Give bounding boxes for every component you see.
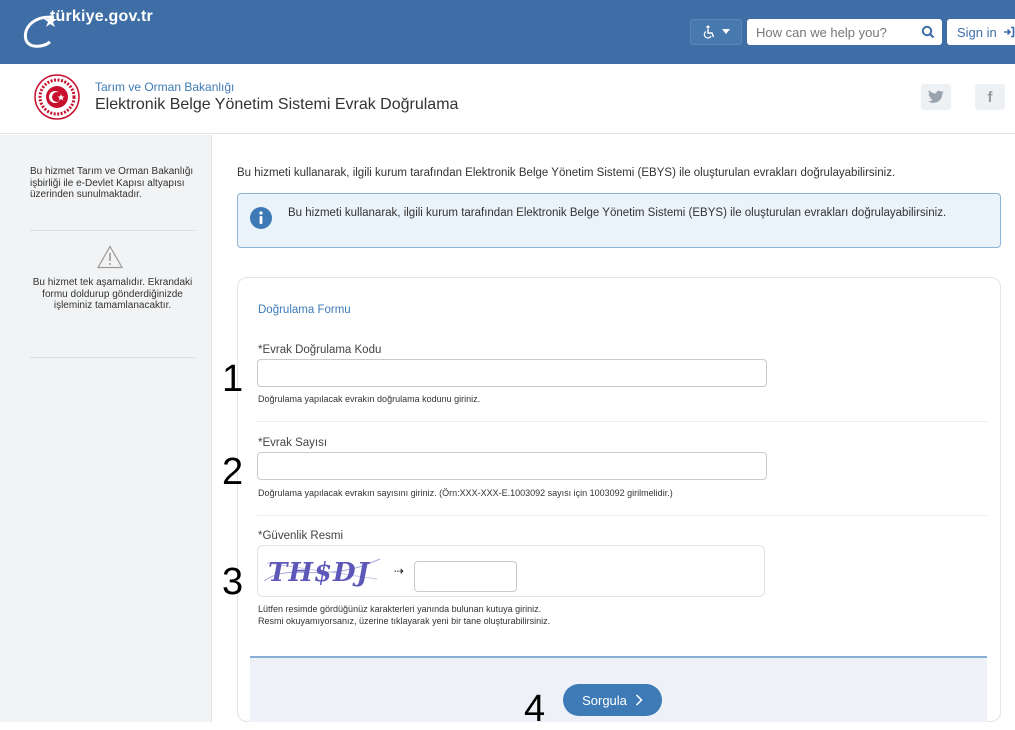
submit-label: Sorgula (582, 692, 627, 708)
document-number-hint: Doğrulama yapılacak evrakın sayısını gir… (258, 488, 673, 498)
twitter-button[interactable] (921, 84, 951, 110)
sidebar-divider (30, 230, 195, 231)
search-input[interactable] (756, 20, 916, 44)
warning-icon (97, 245, 123, 269)
info-icon (250, 207, 272, 229)
facebook-icon: f (987, 88, 993, 106)
annotation-number-3: 3 (222, 561, 244, 603)
captcha-input[interactable] (414, 561, 517, 592)
wheelchair-icon (703, 25, 715, 39)
twitter-icon (928, 90, 944, 103)
form-title: Doğrulama Formu (258, 304, 351, 316)
annotation-number-2: 2 (222, 451, 244, 493)
form-divider (257, 421, 987, 422)
intro-text: Bu hizmeti kullanarak, ilgili kurum tara… (237, 167, 896, 179)
sign-in-button[interactable]: Sign in (947, 19, 1015, 45)
facebook-button[interactable]: f (975, 84, 1005, 110)
accessibility-button[interactable] (690, 19, 742, 45)
annotation-number-4: 4 (524, 688, 546, 730)
info-text: Bu hizmeti kullanarak, ilgili kurum tara… (288, 207, 947, 219)
document-code-label: *Evrak Doğrulama Kodu (258, 344, 382, 356)
captcha-hint-1: Lütfen resimde gördüğünüz karakterleri y… (258, 604, 542, 614)
document-number-input[interactable] (257, 452, 767, 480)
document-code-hint: Doğrulama yapılacak evrakın doğrulama ko… (258, 394, 481, 404)
captcha-text: TH$DJ (268, 558, 371, 588)
logo-text: türkiye.gov.tr (50, 8, 153, 25)
ministry-seal-icon (34, 74, 80, 120)
captcha-label: *Güvenlik Resmi (258, 530, 343, 542)
service-title: Elektronik Belge Yönetim Sistemi Evrak D… (95, 96, 459, 113)
annotation-number-1: 1 (222, 358, 244, 400)
sign-in-icon (1003, 26, 1015, 38)
submit-button[interactable]: Sorgula (563, 684, 662, 716)
sidebar-warning: Bu hizmet tek aşamalıdır. Ekrandaki form… (32, 277, 193, 311)
chevron-right-icon (635, 694, 643, 706)
captcha-hint-2: Resmi okuyamıyorsanız, üzerine tıklayara… (258, 616, 551, 626)
captcha-image[interactable]: TH$DJ (262, 551, 382, 591)
ministry-name: Tarım ve Orman Bakanlığı (95, 80, 235, 94)
document-number-label: *Evrak Sayısı (258, 437, 328, 449)
sidebar-notice: Bu hizmet Tarım ve Orman Bakanlığı işbir… (30, 166, 194, 200)
document-code-input[interactable] (257, 359, 767, 387)
search-box (747, 19, 942, 45)
chevron-down-icon (722, 29, 730, 34)
arrow-right-icon: ⇢ (394, 564, 405, 578)
sign-in-label: Sign in (957, 24, 997, 40)
sidebar-divider (30, 357, 195, 358)
search-icon[interactable] (920, 24, 936, 40)
sidebar (0, 135, 212, 722)
form-divider (257, 515, 987, 516)
